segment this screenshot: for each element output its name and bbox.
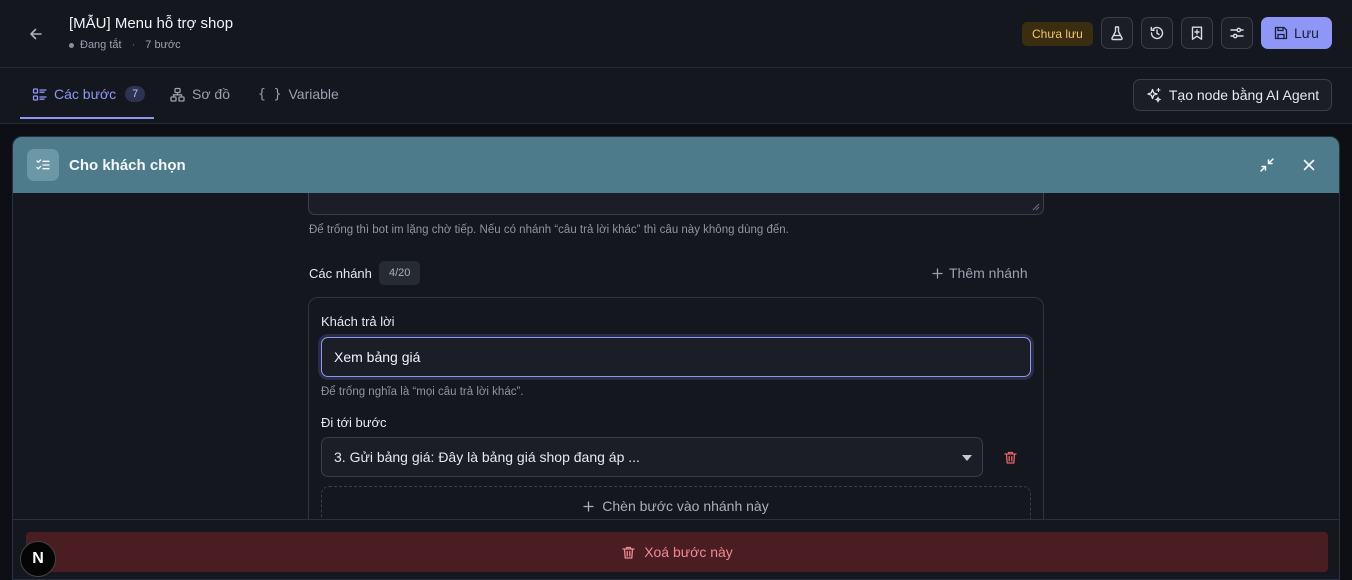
branches-count-badge: 4/20: [379, 261, 421, 285]
minimize-button[interactable]: [1255, 153, 1279, 177]
insert-step-label: Chèn bước vào nhánh này: [602, 498, 769, 514]
ai-agent-button[interactable]: Tạo node bằng AI Agent: [1133, 79, 1332, 111]
goto-label: Đi tới bước: [321, 415, 387, 430]
save-label: Lưu: [1294, 25, 1319, 41]
top-bar: [MẪU] Menu hỗ trợ shop Đang tắt · 7 bước…: [0, 0, 1352, 68]
close-button[interactable]: [1297, 153, 1321, 177]
goto-step-value: 3. Gửi bảng giá: Đây là bảng giá shop đa…: [334, 449, 640, 465]
flask-icon: [1111, 26, 1123, 41]
panel-footer: Xoá bước này: [13, 519, 1339, 579]
active-tab-indicator: [20, 117, 154, 119]
flow-title-block: [MẪU] Menu hỗ trợ shop Đang tắt · 7 bước: [69, 15, 233, 51]
minimize-icon: [1260, 158, 1274, 172]
bookmark-plus-icon: [1191, 26, 1203, 40]
status-dot: [69, 42, 74, 48]
steps-count-badge: 7: [125, 86, 146, 102]
floppy-icon: [1274, 26, 1288, 40]
add-branch-button[interactable]: Thêm nhánh: [932, 265, 1028, 281]
tab-steps-label: Các bước: [54, 86, 117, 102]
sliders-icon: [1230, 27, 1244, 39]
reply-textarea[interactable]: [308, 193, 1044, 215]
checklist-icon: [27, 149, 59, 181]
app-badge-letter: N: [32, 550, 44, 567]
insert-step-button[interactable]: Chèn bước vào nhánh này: [321, 486, 1031, 519]
tab-variable-label: Variable: [288, 86, 339, 102]
unsaved-badge: Chưa lưu: [1022, 22, 1093, 46]
list-icon: [32, 87, 47, 101]
plus-icon: [583, 500, 594, 512]
delete-branch-button[interactable]: [999, 446, 1021, 468]
history-icon: [1150, 26, 1164, 40]
flow-status: Đang tắt: [80, 39, 122, 51]
test-button[interactable]: [1101, 17, 1133, 49]
chevron-down-icon: [962, 455, 972, 461]
tab-diagram[interactable]: Sơ đồ: [170, 68, 230, 120]
delete-step-button[interactable]: Xoá bước này: [26, 532, 1328, 572]
goto-step-select[interactable]: 3. Gửi bảng giá: Đây là bảng giá shop đa…: [321, 437, 983, 477]
close-icon: [1303, 159, 1315, 171]
add-branch-label: Thêm nhánh: [949, 265, 1028, 281]
trash-icon: [622, 546, 635, 559]
save-button[interactable]: Lưu: [1261, 17, 1332, 49]
meta-separator: ·: [131, 39, 136, 51]
panel-header: Cho khách chọn: [13, 137, 1339, 193]
step-panel: Cho khách chọn Để trống thì bot im lặng …: [12, 136, 1340, 580]
arrow-left-icon: [30, 28, 42, 40]
flow-step-count: 7 bước: [145, 39, 181, 51]
flow-title: [MẪU] Menu hỗ trợ shop: [69, 15, 234, 32]
resize-handle-icon: [1032, 203, 1040, 211]
bookmark-button[interactable]: [1181, 17, 1213, 49]
reply-hint: Để trống thì bot im lặng chờ tiếp. Nếu c…: [309, 224, 789, 236]
app-badge[interactable]: N: [20, 541, 56, 577]
delete-step-label: Xoá bước này: [644, 544, 733, 560]
branches-label: Các nhánh: [309, 266, 372, 281]
panel-body: Để trống thì bot im lặng chờ tiếp. Nếu c…: [13, 193, 1339, 519]
tab-variable[interactable]: { } Variable: [258, 68, 339, 120]
answer-input[interactable]: [321, 337, 1031, 377]
tabs-bar: Các bước 7 Sơ đồ { } Variable Tạo node b…: [0, 68, 1352, 124]
panel-title: Cho khách chọn: [69, 157, 186, 174]
history-button[interactable]: [1141, 17, 1173, 49]
answer-label: Khách trả lời: [321, 314, 395, 329]
answer-hint: Để trống nghĩa là “mọi câu trả lời khác”…: [321, 386, 524, 398]
plus-icon: [932, 267, 943, 279]
back-button[interactable]: [22, 20, 50, 48]
tab-steps[interactable]: Các bước 7: [32, 68, 146, 120]
settings-button[interactable]: [1221, 17, 1253, 49]
braces-icon: { }: [258, 86, 282, 102]
tab-diagram-label: Sơ đồ: [192, 86, 230, 102]
branch-card: Khách trả lời Để trống nghĩa là “mọi câu…: [308, 297, 1044, 519]
sitemap-icon: [170, 87, 185, 102]
trash-icon: [1003, 451, 1017, 464]
ai-agent-label: Tạo node bằng AI Agent: [1168, 87, 1320, 103]
flow-meta: Đang tắt · 7 bước: [69, 39, 233, 51]
sparkles-icon: [1147, 87, 1162, 103]
